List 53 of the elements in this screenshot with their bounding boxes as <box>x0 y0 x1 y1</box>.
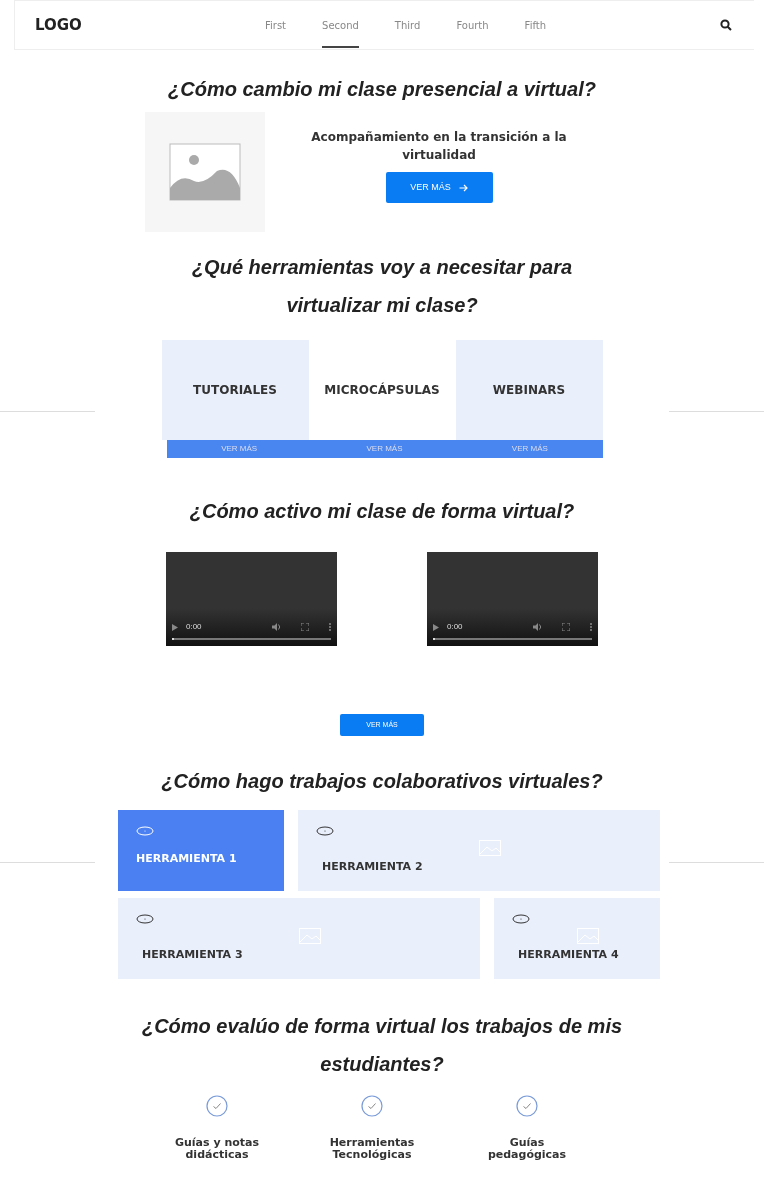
category-label: WEBINARS <box>492 382 566 399</box>
oval-icon <box>316 825 334 836</box>
play-icon <box>433 623 439 631</box>
nav-link[interactable]: First <box>265 3 287 47</box>
see-more-button[interactable]: VER MÁS <box>311 440 458 458</box>
category-card[interactable]: WEBINARS <box>455 340 603 440</box>
nav-link[interactable]: Fourth <box>456 3 489 47</box>
section-title: ¿Cómo evalúo de forma virtual los trabajos de mis estudiantes? <box>140 1014 624 1077</box>
tool-tile[interactable]: HERRAMIENTA 3 <box>118 898 480 979</box>
fullscreen-icon <box>562 623 570 631</box>
subtitle: Acompañamiento en la transición a la virtualidad <box>310 129 568 164</box>
tool-tile[interactable]: HERRAMIENTA 1 <box>118 810 284 891</box>
oval-icon <box>136 825 154 836</box>
item-label: Herramientas Tecnológicas <box>328 1137 416 1162</box>
volume-icon <box>533 623 542 631</box>
see-more-button[interactable]: VER MÁS <box>166 440 312 458</box>
category-label: TUTORIALES <box>193 382 277 399</box>
item-label: Guías pedagógicas <box>486 1137 568 1162</box>
nav-link[interactable]: Second <box>322 3 359 47</box>
nav-link[interactable]: Fifth <box>524 3 546 47</box>
tile-label: HERRAMIENTA 3 <box>142 946 243 963</box>
image-icon <box>169 143 241 201</box>
check-circle-icon <box>206 1095 228 1117</box>
tile-label: HERRAMIENTA 1 <box>136 850 237 867</box>
search-icon <box>720 19 732 31</box>
video-player[interactable]: 0:00 <box>166 552 337 646</box>
video-time: 0:00 <box>447 621 463 633</box>
section-title: ¿Qué herramientas voy a necesitar para virtualizar mi clase? <box>190 255 574 318</box>
tool-tile[interactable]: HERRAMIENTA 4 <box>494 898 660 979</box>
nav-link[interactable]: Third <box>394 3 421 47</box>
check-circle-icon <box>361 1095 383 1117</box>
arrow-icon <box>458 183 468 192</box>
see-more-button[interactable]: VER MÁS <box>457 440 603 458</box>
oval-icon <box>136 913 154 924</box>
video-player[interactable]: 0:00 <box>427 552 598 646</box>
see-more-button[interactable]: VER MÁS <box>385 172 493 203</box>
section-title: ¿Cómo cambio mi clase presencial a virtual? <box>167 77 597 102</box>
volume-icon <box>272 623 281 631</box>
tool-tile[interactable]: HERRAMIENTA 2 <box>298 810 660 891</box>
oval-icon <box>512 913 530 924</box>
video-time: 0:00 <box>186 621 202 633</box>
tile-label: HERRAMIENTA 2 <box>322 858 423 875</box>
item-label: Guías y notas didácticas <box>173 1137 260 1162</box>
tile-label: HERRAMIENTA 4 <box>518 946 619 963</box>
section-title: ¿Cómo activo mi clase de forma virtual? <box>188 499 576 524</box>
section-title: ¿Cómo hago trabajos colaborativos virtuales? <box>160 769 604 794</box>
category-card[interactable]: MICROCÁPSULAS <box>308 340 456 440</box>
logo[interactable]: LOGO <box>35 13 265 37</box>
check-circle-icon <box>516 1095 538 1117</box>
play-icon <box>172 623 178 631</box>
fullscreen-icon <box>301 623 309 631</box>
category-label: MICROCÁPSULAS <box>324 381 440 399</box>
category-card[interactable]: TUTORIALES <box>161 340 309 440</box>
